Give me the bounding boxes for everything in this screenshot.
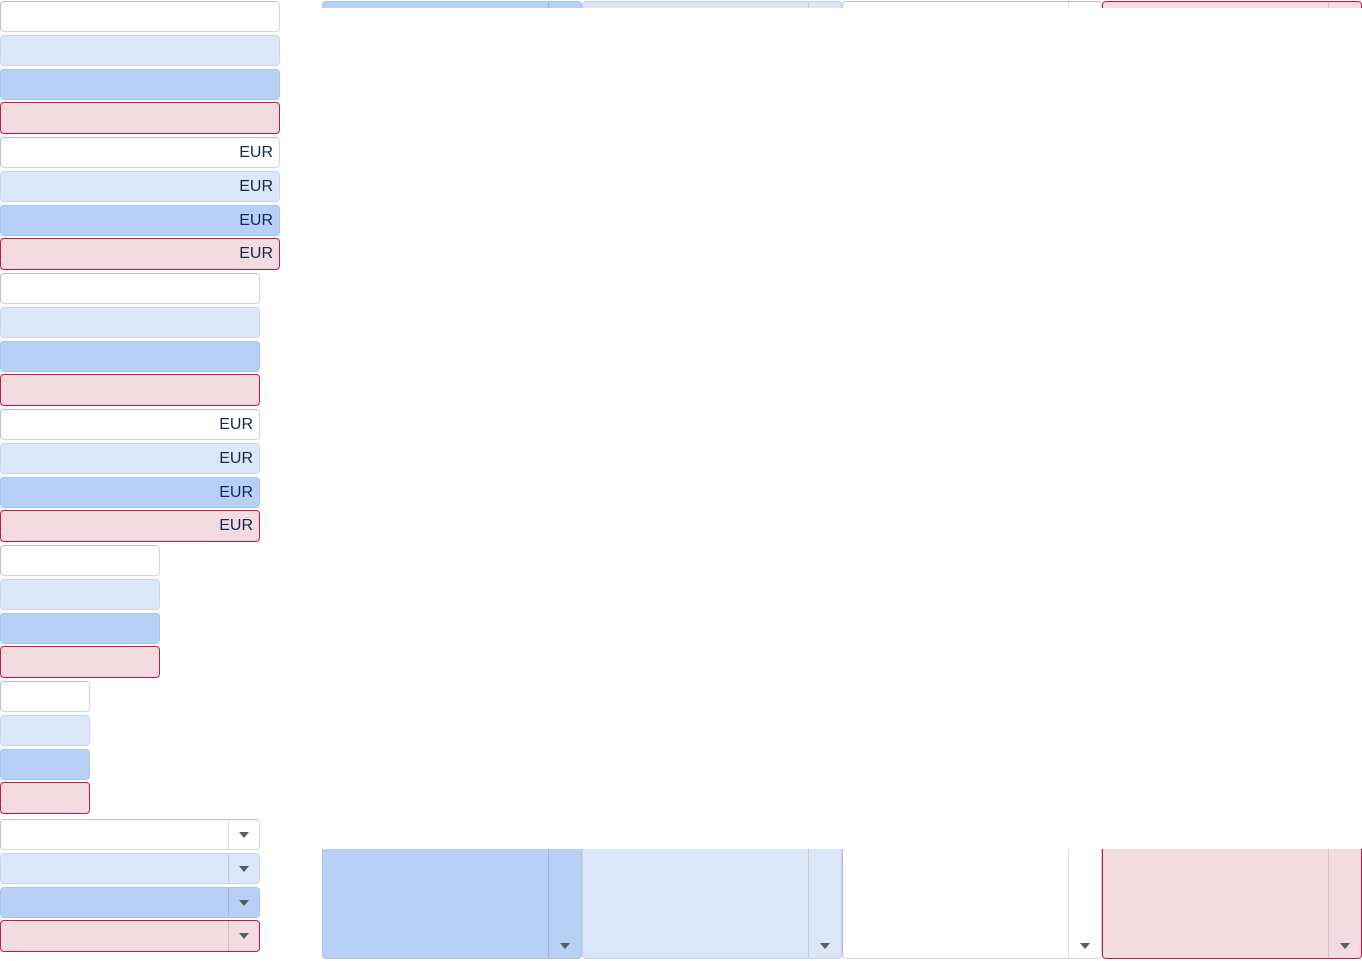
- dropdown-button[interactable]: [228, 820, 259, 849]
- text-input-wide-error[interactable]: [0, 102, 280, 134]
- currency-input-wide-error[interactable]: EUR: [0, 238, 280, 270]
- dropdown-button[interactable]: [228, 921, 259, 951]
- chevron-down-icon: [239, 899, 249, 906]
- text-input-small-normal[interactable]: [0, 545, 160, 576]
- dropdown-button[interactable]: [228, 854, 259, 883]
- text-input-tiny-focus[interactable]: [0, 749, 90, 780]
- form-field-states-gallery: EUR EUR EUR EUR EUR EUR EUR EUR: [0, 0, 1362, 961]
- text-input-tiny-error[interactable]: [0, 782, 90, 814]
- dropdown-button[interactable]: [228, 888, 259, 917]
- chevron-down-icon: [820, 943, 830, 949]
- chevron-down-icon: [1340, 943, 1350, 949]
- currency-input-wide-hover[interactable]: EUR: [0, 171, 280, 202]
- chevron-down-icon: [1080, 943, 1090, 949]
- currency-suffix: EUR: [239, 177, 273, 195]
- select-dropdown-hover[interactable]: [0, 853, 260, 884]
- text-input-tiny-hover[interactable]: [0, 715, 90, 746]
- currency-input-wide-focus[interactable]: EUR: [0, 205, 280, 236]
- currency-suffix: EUR: [239, 211, 273, 229]
- text-input-small-error[interactable]: [0, 646, 160, 678]
- currency-suffix: EUR: [219, 483, 253, 501]
- text-input-small-focus[interactable]: [0, 613, 160, 644]
- currency-input-medium-error[interactable]: EUR: [0, 510, 260, 542]
- text-input-medium-hover[interactable]: [0, 307, 260, 338]
- currency-input-medium-normal[interactable]: EUR: [0, 409, 260, 440]
- chevron-down-icon: [239, 865, 249, 872]
- chevron-down-icon: [239, 933, 249, 939]
- text-input-wide-hover[interactable]: [0, 35, 280, 66]
- text-input-small-hover[interactable]: [0, 579, 160, 610]
- currency-suffix: EUR: [219, 449, 253, 467]
- currency-suffix: EUR: [219, 517, 253, 534]
- text-input-medium-focus[interactable]: [0, 341, 260, 372]
- currency-suffix: EUR: [239, 143, 273, 161]
- text-input-tiny-normal[interactable]: [0, 681, 90, 712]
- chevron-down-icon: [239, 831, 249, 838]
- currency-input-medium-focus[interactable]: EUR: [0, 477, 260, 508]
- text-input-medium-error[interactable]: [0, 374, 260, 406]
- text-input-wide-focus[interactable]: [0, 69, 280, 100]
- text-input-wide-normal[interactable]: [0, 1, 280, 32]
- overlay-panel: [300, 8, 1362, 849]
- text-input-medium-normal[interactable]: [0, 273, 260, 304]
- currency-input-medium-hover[interactable]: EUR: [0, 443, 260, 474]
- currency-suffix: EUR: [239, 245, 273, 262]
- select-dropdown-error[interactable]: [0, 920, 260, 952]
- chevron-down-icon: [560, 943, 570, 949]
- currency-input-wide-normal[interactable]: EUR: [0, 137, 280, 168]
- select-dropdown-normal[interactable]: [0, 819, 260, 850]
- select-dropdown-focus[interactable]: [0, 887, 260, 918]
- currency-suffix: EUR: [219, 415, 253, 433]
